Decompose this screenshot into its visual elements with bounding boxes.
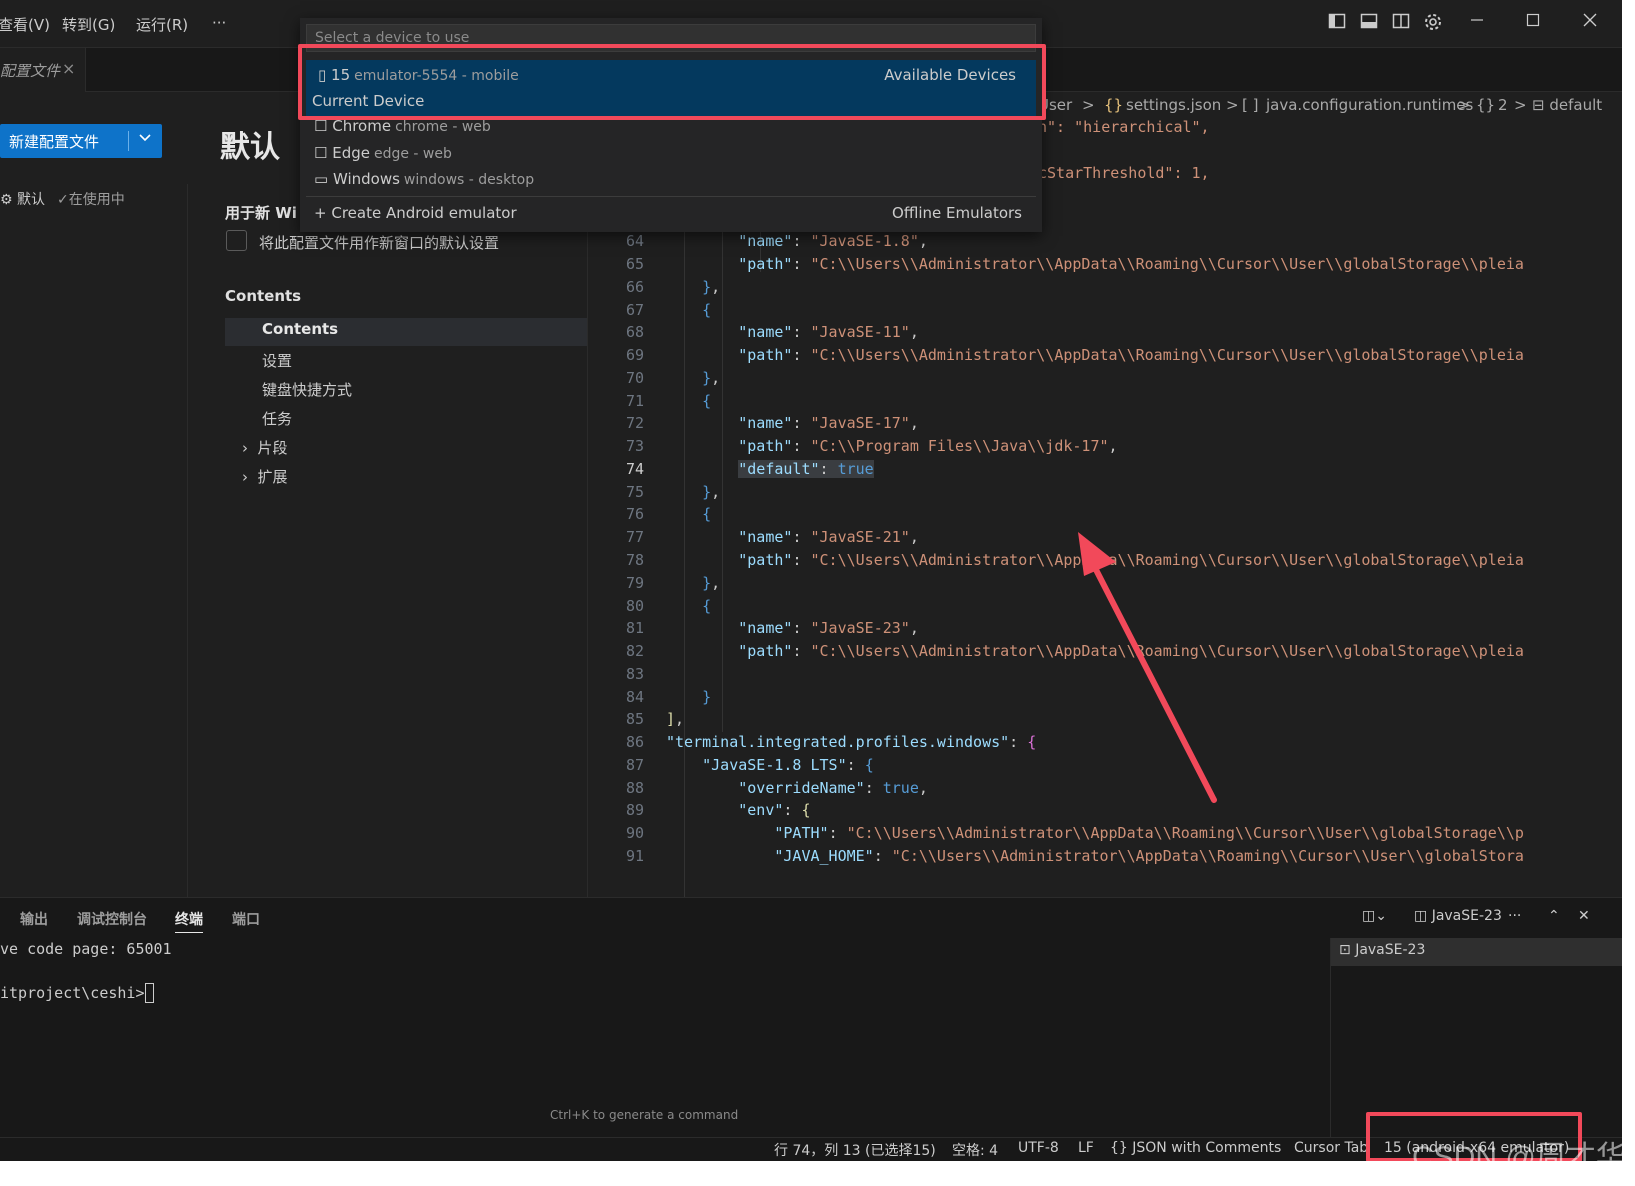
app-window: 查看(V) 转到(G) 运行(R) ··· 配置文件 × 新建配置文件 ⚙ 默认…	[0, 0, 1622, 1161]
screen-edge	[1622, 0, 1635, 1186]
annotation-arrow	[1078, 532, 1217, 803]
watermark-text: CSDN @周才华	[1412, 1141, 1622, 1161]
